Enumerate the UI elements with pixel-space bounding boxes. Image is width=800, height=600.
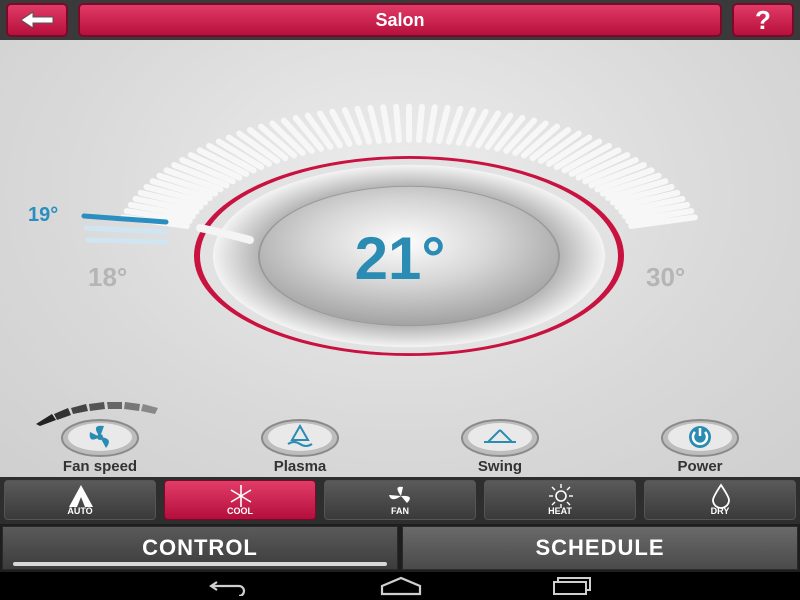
swing-icon[interactable] xyxy=(460,418,540,458)
plasma-control[interactable]: Plasma xyxy=(240,418,360,476)
active-scale-mark xyxy=(83,225,169,235)
scale-tick xyxy=(416,103,425,144)
nav-home-icon[interactable] xyxy=(378,576,424,596)
mode-heat-label: HEAT xyxy=(548,506,572,516)
fan-icon[interactable] xyxy=(60,418,140,458)
mode-auto-button[interactable]: AUTO xyxy=(4,480,156,520)
mode-bar: AUTO COOL FAN HEAT DRY xyxy=(0,477,800,524)
power-icon[interactable] xyxy=(660,418,740,458)
scale-tick xyxy=(426,104,438,144)
power-label: Power xyxy=(677,458,723,475)
swing-label: Swing xyxy=(477,458,523,475)
mode-auto-label: AUTO xyxy=(67,506,93,516)
mode-dry-label: DRY xyxy=(710,506,730,516)
mode-heat-button[interactable]: HEAT xyxy=(484,480,636,520)
nav-back-icon[interactable] xyxy=(205,576,251,596)
bottom-tabs: CONTROL SCHEDULE xyxy=(0,524,800,572)
system-nav-bar xyxy=(0,572,800,600)
mode-fan-label: FAN xyxy=(391,506,409,516)
mode-cool-button[interactable]: COOL xyxy=(164,480,316,520)
plasma-icon[interactable] xyxy=(260,418,340,458)
fan-speed-label: Fan speed xyxy=(62,458,138,475)
swing-control[interactable]: Swing xyxy=(440,418,560,476)
power-control[interactable]: Power xyxy=(640,418,760,476)
mode-fan-button[interactable]: FAN xyxy=(324,480,476,520)
scale-tick xyxy=(393,103,402,144)
mode-dry-button[interactable]: DRY xyxy=(644,480,796,520)
active-scale-mark xyxy=(85,237,169,245)
current-temperature: 21° xyxy=(354,225,446,292)
mode-cool-label: COOL xyxy=(227,506,253,516)
setpoint-marker-label: 19° xyxy=(28,204,59,226)
scale-tick xyxy=(436,104,451,144)
tab-control[interactable]: CONTROL xyxy=(2,526,398,570)
plasma-label: Plasma xyxy=(273,458,327,475)
scale-tick xyxy=(380,104,392,144)
fan-speed-control[interactable]: Fan speed xyxy=(40,418,160,476)
min-temp-label: 18° xyxy=(88,262,128,292)
tab-schedule[interactable]: SCHEDULE xyxy=(402,526,798,570)
scale-tick xyxy=(367,104,382,144)
max-temp-label: 30° xyxy=(646,262,686,292)
nav-recents-icon[interactable] xyxy=(548,576,594,596)
